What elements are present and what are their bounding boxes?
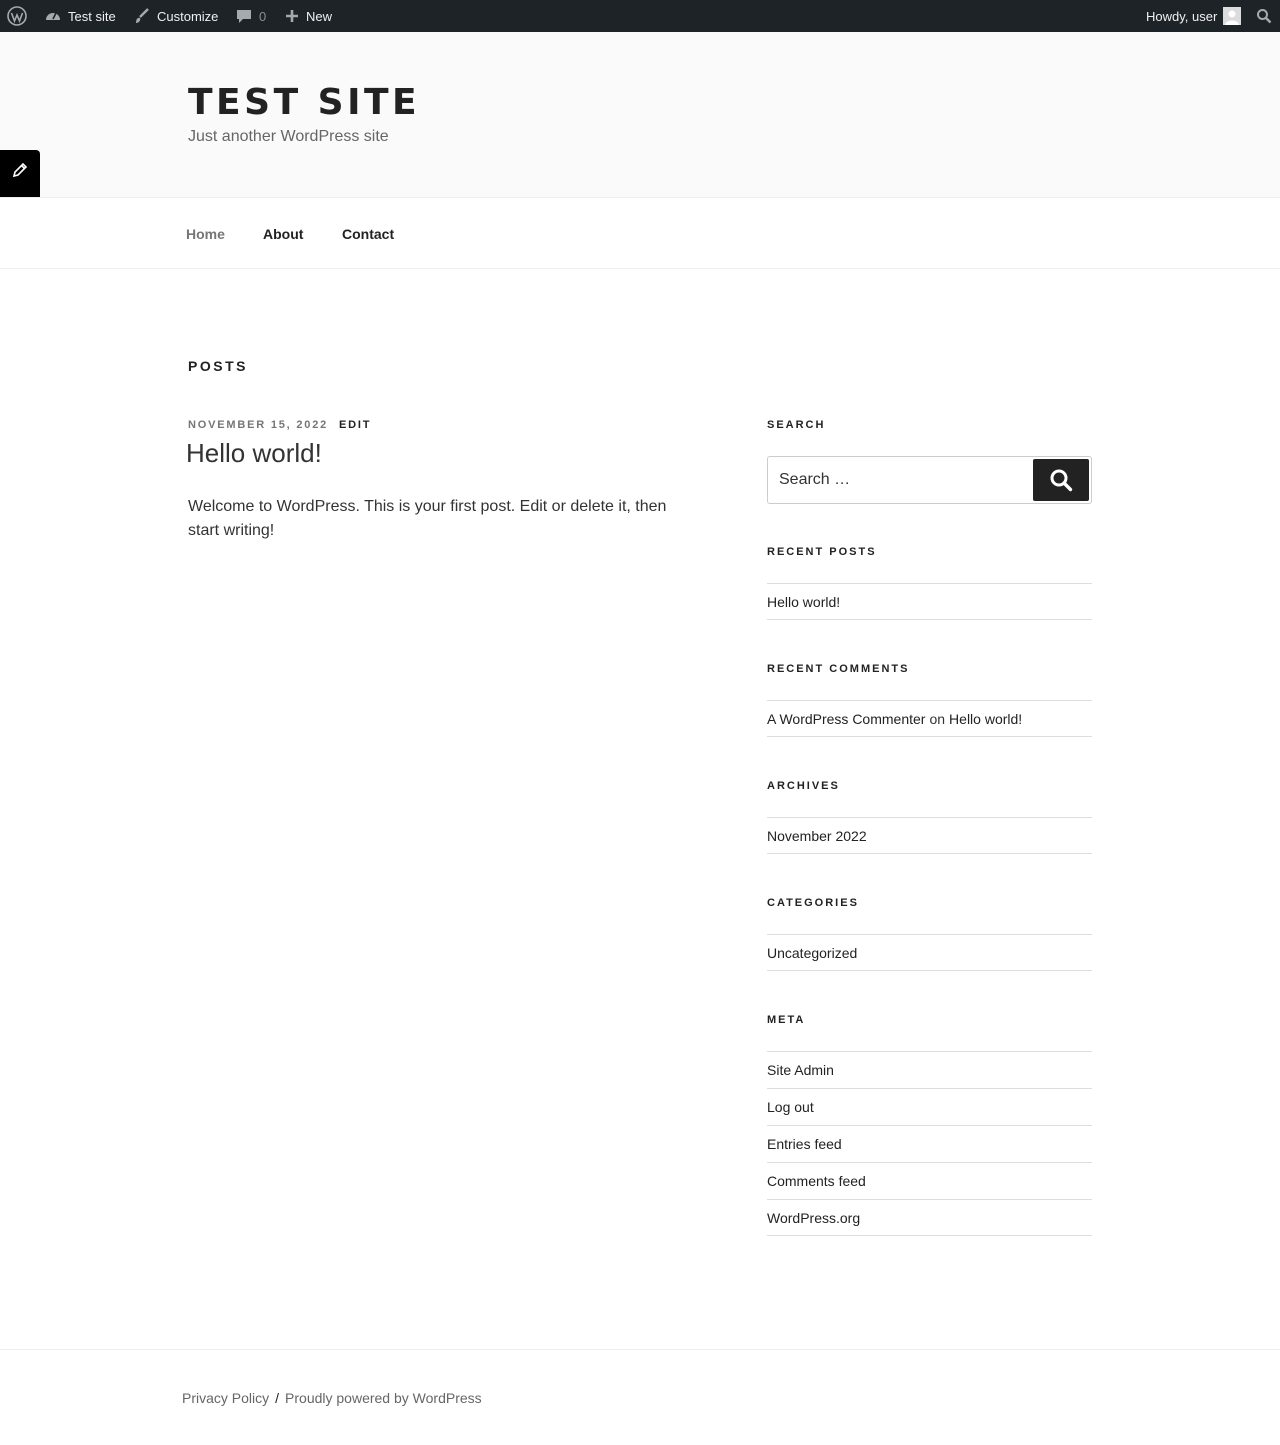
comment-post-link[interactable]: Hello world!	[949, 711, 1022, 727]
footer-links: Privacy Policy / Proudly powered by Word…	[182, 1390, 482, 1406]
widget-title-meta: META	[767, 1014, 806, 1026]
brush-icon	[133, 7, 151, 25]
widget-title-categories: CATEGORIES	[767, 897, 859, 909]
comments-link[interactable]: 0	[235, 0, 266, 32]
nav-item-home[interactable]: Home	[186, 198, 225, 270]
post-title-link[interactable]: Hello world!	[186, 438, 322, 469]
customize-link[interactable]: Customize	[133, 0, 218, 32]
comments-count: 0	[259, 8, 267, 24]
page-title: POSTS	[188, 358, 248, 374]
meta-wordpress-org-link[interactable]: WordPress.org	[767, 1199, 1092, 1236]
recent-comment-item: A WordPress Commenter on Hello world!	[767, 700, 1092, 737]
avatar	[1223, 7, 1242, 25]
my-account-link[interactable]: Howdy, user	[1146, 0, 1242, 32]
privacy-policy-link[interactable]: Privacy Policy	[182, 1390, 269, 1406]
edit-pencil-icon[interactable]	[0, 150, 40, 190]
search-icon	[1049, 468, 1073, 492]
post-edit-link[interactable]: EDIT	[339, 419, 371, 431]
main-navigation: Home About Contact	[0, 197, 1280, 269]
widget-title-recent-posts: RECENT POSTS	[767, 546, 877, 558]
meta-comments-feed-link[interactable]: Comments feed	[767, 1162, 1092, 1199]
dashboard-icon	[44, 7, 62, 25]
search-input[interactable]	[768, 457, 1032, 503]
archives-list: November 2022	[767, 817, 1092, 854]
search-form	[767, 456, 1092, 504]
site-header: TEST SITE Just another WordPress site	[0, 32, 1280, 197]
nav-item-about[interactable]: About	[263, 198, 303, 270]
recent-post-link[interactable]: Hello world!	[767, 583, 1092, 620]
new-label: New	[306, 8, 333, 24]
post-meta: NOVEMBER 15, 2022 EDIT	[188, 419, 371, 431]
footer-separator: /	[275, 1390, 280, 1406]
admin-bar: Test site Customize 0 New Howdy, user	[0, 0, 1280, 32]
meta-site-admin-link[interactable]: Site Admin	[767, 1051, 1092, 1088]
greeting-label: Howdy, user	[1146, 8, 1218, 24]
customize-label: Customize	[157, 8, 219, 24]
comment-bubble-icon	[235, 7, 253, 25]
recent-posts-list: Hello world!	[767, 583, 1092, 620]
meta-entries-feed-link[interactable]: Entries feed	[767, 1125, 1092, 1162]
new-content-link[interactable]: New	[284, 0, 332, 32]
plus-icon	[284, 8, 300, 24]
site-footer: Privacy Policy / Proudly powered by Word…	[0, 1349, 1280, 1445]
post-date-link[interactable]: NOVEMBER 15, 2022	[188, 419, 328, 431]
nav-item-contact[interactable]: Contact	[342, 198, 394, 270]
site-title[interactable]: TEST SITE	[188, 82, 420, 123]
comment-author-link[interactable]: A WordPress Commenter	[767, 711, 925, 727]
category-link[interactable]: Uncategorized	[767, 934, 1092, 971]
recent-comments-list: A WordPress Commenter on Hello world!	[767, 700, 1092, 737]
comment-on-label: on	[929, 710, 946, 727]
powered-by-link[interactable]: Proudly powered by WordPress	[285, 1390, 482, 1406]
search-submit-button[interactable]	[1033, 459, 1089, 501]
meta-log-out-link[interactable]: Log out	[767, 1088, 1092, 1125]
meta-list: Site Admin Log out Entries feed Comments…	[767, 1051, 1092, 1236]
archive-link[interactable]: November 2022	[767, 817, 1092, 854]
wordpress-logo-icon[interactable]	[7, 0, 27, 32]
widget-title-archives: ARCHIVES	[767, 780, 840, 792]
site-name-link[interactable]: Test site	[44, 0, 116, 32]
post-content: Welcome to WordPress. This is your first…	[188, 498, 667, 539]
widget-title-search: SEARCH	[767, 419, 826, 431]
admin-search-icon[interactable]	[1256, 0, 1272, 32]
widget-title-recent-comments: RECENT COMMENTS	[767, 663, 910, 675]
site-description: Just another WordPress site	[188, 128, 389, 145]
site-name-label: Test site	[68, 8, 116, 24]
categories-list: Uncategorized	[767, 934, 1092, 971]
